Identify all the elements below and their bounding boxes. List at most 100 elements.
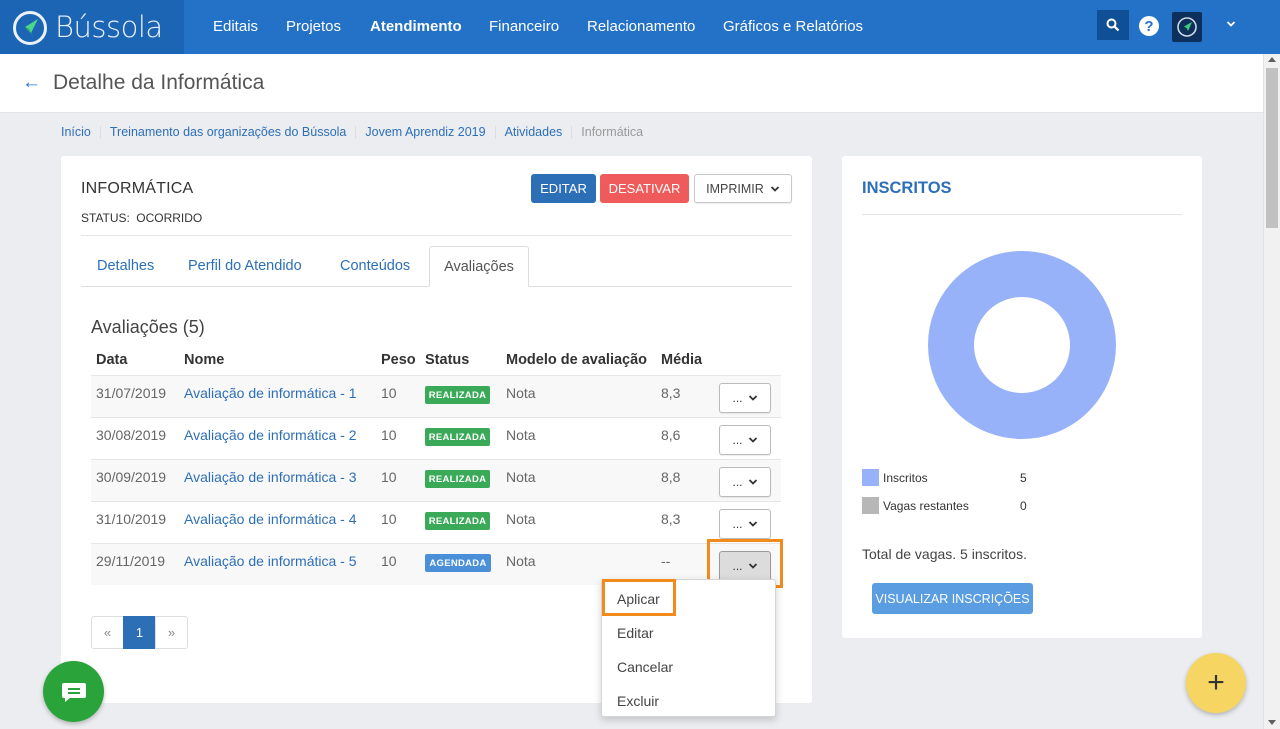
tab-avaliacoes[interactable]: Avaliações <box>429 246 529 287</box>
tab-detalhes[interactable]: Detalhes <box>97 258 154 274</box>
breadcrumb-separator <box>99 126 101 139</box>
page-title: Detalhe da Informática <box>53 71 265 94</box>
status-value: OCORRIDO <box>136 211 203 225</box>
donut-slice-inscritos <box>928 251 1116 439</box>
print-button-label: IMPRIMIR <box>706 181 764 196</box>
inscritos-title: INSCRITOS <box>862 179 952 197</box>
pagination-next[interactable]: » <box>155 616 188 649</box>
activity-title: INFORMÁTICA <box>81 180 194 197</box>
row-weight: 10 <box>381 427 397 443</box>
tab-perfil-atendido[interactable]: Perfil do Atendido <box>188 258 302 274</box>
row-actions-label: ... <box>732 475 743 489</box>
row-model: Nota <box>506 385 536 401</box>
row-name-link[interactable]: Avaliação de informática - 4 <box>184 511 357 527</box>
menu-item-cancelar[interactable]: Cancelar <box>617 659 673 675</box>
divider <box>862 214 1182 215</box>
status-badge: REALIZADA <box>425 386 490 404</box>
breadcrumb-atividades[interactable]: Atividades <box>505 125 563 139</box>
row-actions-button[interactable]: ... <box>719 425 771 455</box>
breadcrumb: Início Treinamento das organizações do B… <box>61 125 643 139</box>
row-average: 8,8 <box>661 469 681 485</box>
breadcrumb-treinamento[interactable]: Treinamento das organizações do Bússola <box>110 125 346 139</box>
menu-item-excluir[interactable]: Excluir <box>617 693 659 709</box>
column-header-modelo: Modelo de avaliação <box>506 352 648 368</box>
divider <box>81 235 792 236</box>
menu-item-aplicar[interactable]: Aplicar <box>617 591 660 607</box>
help-icon[interactable]: ? <box>1139 16 1159 36</box>
nav-item-graficos-relatorios[interactable]: Gráficos e Relatórios <box>723 18 863 35</box>
page-scrollbar[interactable] <box>1263 54 1280 729</box>
column-header-data: Data <box>96 352 128 368</box>
nav-item-projetos[interactable]: Projetos <box>286 18 341 35</box>
nav-item-editais[interactable]: Editais <box>213 18 258 35</box>
view-inscriptions-button[interactable]: VISUALIZAR INSCRIÇÕES <box>872 583 1033 614</box>
row-model: Nota <box>506 553 536 569</box>
nav-item-financeiro[interactable]: Financeiro <box>489 18 559 35</box>
chevron-down-icon <box>748 395 757 401</box>
row-model: Nota <box>506 511 536 527</box>
row-name-link[interactable]: Avaliação de informática - 3 <box>184 469 357 485</box>
tab-conteudos[interactable]: Conteúdos <box>340 258 410 274</box>
row-actions-button-open[interactable]: ... <box>719 551 771 581</box>
top-navbar: Bússola Editais Projetos Atendimento Fin… <box>0 0 1280 54</box>
row-actions-label: ... <box>732 559 743 573</box>
row-name-link[interactable]: Avaliação de informática - 5 <box>184 553 357 569</box>
row-weight: 10 <box>381 511 397 527</box>
table-row: 31/10/2019 Avaliação de informática - 4 … <box>91 501 781 543</box>
row-actions-label: ... <box>732 517 743 531</box>
compass-logo-icon <box>13 11 47 45</box>
activity-status: STATUS: OCORRIDO <box>81 211 202 225</box>
row-weight: 10 <box>381 469 397 485</box>
scroll-thumb[interactable] <box>1266 68 1278 228</box>
chevron-down-icon <box>748 563 757 569</box>
avatar[interactable] <box>1172 12 1202 42</box>
row-date: 29/11/2019 <box>96 553 166 569</box>
breadcrumb-jovem-aprendiz[interactable]: Jovem Aprendiz 2019 <box>365 125 485 139</box>
pagination-page-1[interactable]: 1 <box>123 616 156 649</box>
row-average: 8,6 <box>661 427 681 443</box>
chevron-down-icon <box>748 479 757 485</box>
row-average: 8,3 <box>661 511 681 527</box>
breadcrumb-inicio[interactable]: Início <box>61 125 91 139</box>
nav-item-atendimento[interactable]: Atendimento <box>370 18 462 35</box>
row-date: 30/09/2019 <box>96 469 167 485</box>
breadcrumb-separator <box>494 126 496 139</box>
scroll-up-arrow-icon[interactable] <box>1268 57 1276 62</box>
row-date: 31/10/2019 <box>96 511 167 527</box>
row-actions-button[interactable]: ... <box>719 383 771 413</box>
deactivate-button[interactable]: DESATIVAR <box>600 174 689 203</box>
page-header: ← Detalhe da Informática <box>0 54 1263 113</box>
row-actions-button[interactable]: ... <box>719 467 771 497</box>
print-button[interactable]: IMPRIMIR <box>694 174 792 203</box>
user-menu-chevron-down-icon[interactable] <box>1226 17 1236 31</box>
menu-item-editar[interactable]: Editar <box>617 625 654 641</box>
brand[interactable]: Bússola <box>0 0 184 54</box>
row-actions-label: ... <box>732 391 743 405</box>
status-label: STATUS: <box>81 211 130 225</box>
evaluations-title: Avaliações (5) <box>91 317 205 337</box>
pagination-prev[interactable]: « <box>91 616 124 649</box>
column-header-peso: Peso <box>381 352 416 368</box>
search-button[interactable] <box>1097 10 1129 40</box>
breadcrumb-separator <box>355 126 357 139</box>
legend-value-inscritos: 5 <box>1020 471 1027 485</box>
chevron-down-icon <box>770 185 779 192</box>
row-model: Nota <box>506 469 536 485</box>
column-header-status: Status <box>425 352 470 368</box>
row-actions-button[interactable]: ... <box>719 509 771 539</box>
nav-item-relacionamento[interactable]: Relacionamento <box>587 18 695 35</box>
add-fab-button[interactable]: + <box>1186 653 1246 713</box>
edit-button[interactable]: EDITAR <box>531 174 596 203</box>
row-name-link[interactable]: Avaliação de informática - 2 <box>184 427 357 443</box>
chevron-down-icon <box>748 437 757 443</box>
status-badge: REALIZADA <box>425 470 490 488</box>
back-arrow-icon[interactable]: ← <box>22 72 41 94</box>
column-header-nome: Nome <box>184 352 225 368</box>
row-average: 8,3 <box>661 385 681 401</box>
scroll-down-arrow-icon[interactable] <box>1268 720 1276 725</box>
search-icon <box>1106 18 1120 32</box>
brand-name: Bússola <box>55 10 163 44</box>
chat-button[interactable] <box>43 661 104 722</box>
row-name-link[interactable]: Avaliação de informática - 1 <box>184 385 357 401</box>
status-badge: REALIZADA <box>425 512 490 530</box>
